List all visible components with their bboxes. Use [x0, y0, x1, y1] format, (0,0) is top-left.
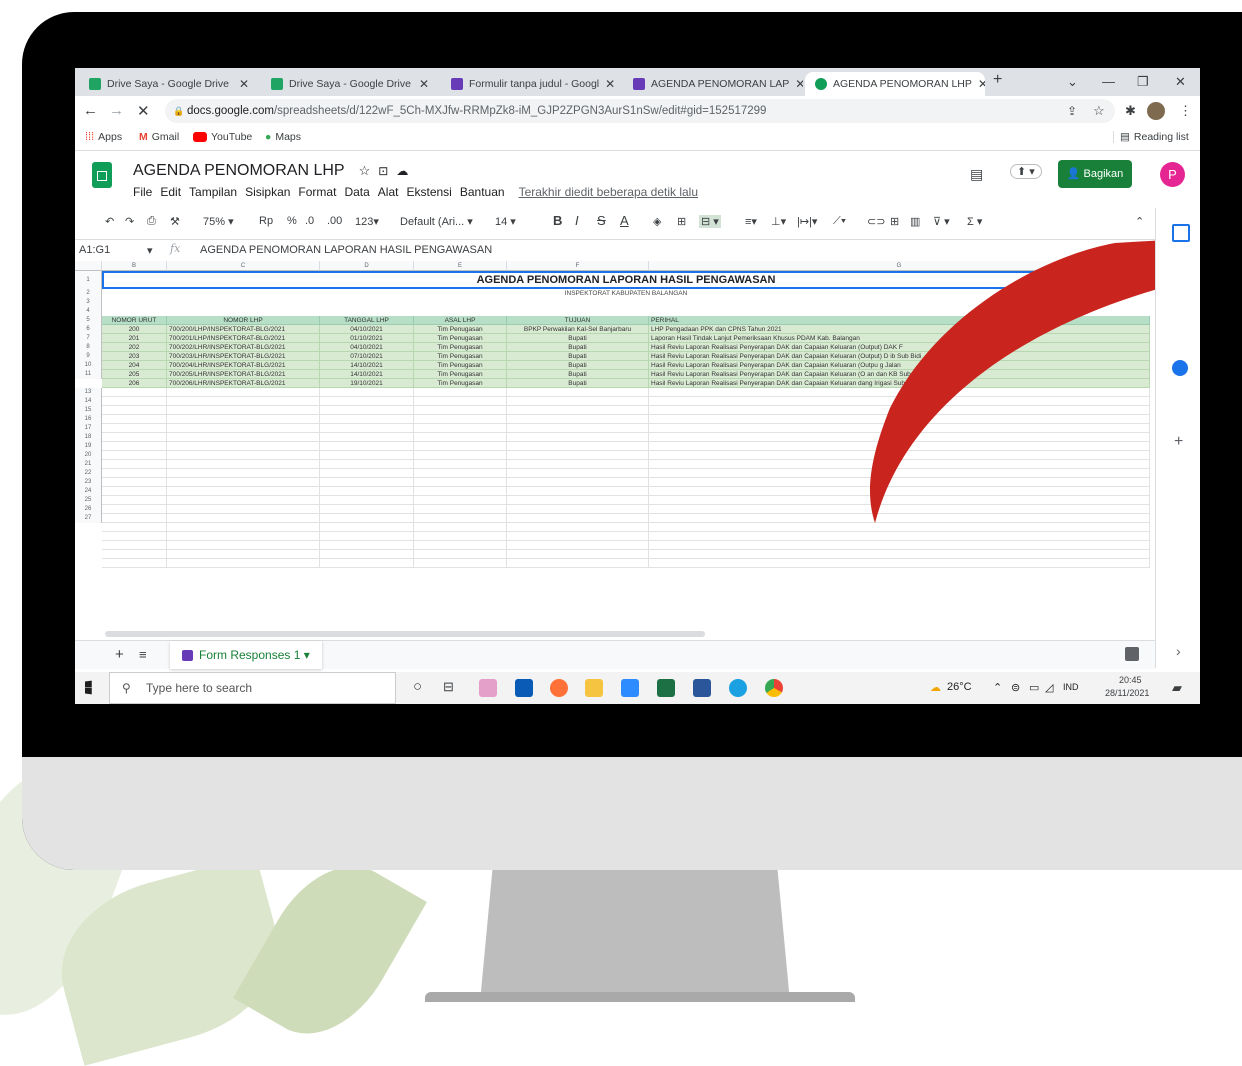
windows-taskbar: ⚲ Type here to search ○ ⊟ ☁ 26°C ⌃ ⊜ ▭ ◿ …: [75, 672, 1200, 704]
monitor-chin: [22, 757, 1242, 870]
google-forms-icon: [182, 650, 193, 662]
monitor-stand: [480, 870, 790, 1002]
add-sheet-icon[interactable]: +: [115, 646, 124, 663]
firefox-icon[interactable]: [550, 679, 568, 697]
wifi-icon[interactable]: ◿: [1045, 681, 1053, 694]
monitor-stand-base: [425, 992, 855, 1002]
search-icon: ⚲: [122, 681, 131, 695]
cortana-icon[interactable]: ○: [413, 678, 422, 695]
chrome-icon[interactable]: [765, 679, 783, 697]
side-panel: + ›: [1155, 208, 1200, 668]
taskbar-search-input[interactable]: ⚲ Type here to search: [109, 672, 396, 704]
windows-start-icon[interactable]: [85, 680, 92, 695]
decorative-leaf: [233, 842, 427, 1058]
file-explorer-icon[interactable]: [585, 679, 603, 697]
task-view-icon[interactable]: ⊟: [443, 679, 454, 695]
weather-icon[interactable]: ☁: [930, 681, 941, 694]
explore-icon[interactable]: [1125, 647, 1139, 661]
chevron-right-icon[interactable]: ›: [1176, 643, 1181, 659]
horizontal-scrollbar[interactable]: [105, 631, 705, 637]
clock-date[interactable]: 28/11/2021: [1105, 688, 1149, 698]
red-arrow-shape: [870, 238, 1200, 523]
sheet-tabs-bar: + ≡ Form Responses 1 ▾: [75, 640, 1155, 669]
sheet-tab[interactable]: Form Responses 1 ▾: [170, 641, 322, 669]
add-addon-icon[interactable]: +: [1174, 433, 1183, 451]
clock-time[interactable]: 20:45: [1119, 675, 1142, 685]
excel-icon[interactable]: [657, 679, 675, 697]
red-arrow-graphic: [870, 238, 1200, 523]
screen: Drive Saya - Google Drive ✕ Drive Saya - …: [75, 68, 1200, 704]
weather-temp[interactable]: 26°C: [947, 681, 972, 693]
edge-icon[interactable]: [729, 679, 747, 697]
notifications-icon[interactable]: ▰: [1172, 680, 1182, 696]
all-sheets-icon[interactable]: ≡: [139, 647, 147, 662]
store-icon[interactable]: [515, 679, 533, 697]
tray-chevron-icon[interactable]: ⌃: [993, 681, 1002, 694]
battery-icon[interactable]: ▭: [1029, 681, 1039, 694]
network-icon[interactable]: ⊜: [1011, 681, 1020, 694]
language-indicator[interactable]: IND: [1063, 682, 1079, 692]
video-call-icon[interactable]: [621, 679, 639, 697]
snip-tool-icon[interactable]: [479, 679, 497, 697]
calendar-icon[interactable]: [1172, 224, 1190, 242]
word-icon[interactable]: [693, 679, 711, 697]
contacts-icon[interactable]: [1172, 360, 1188, 376]
